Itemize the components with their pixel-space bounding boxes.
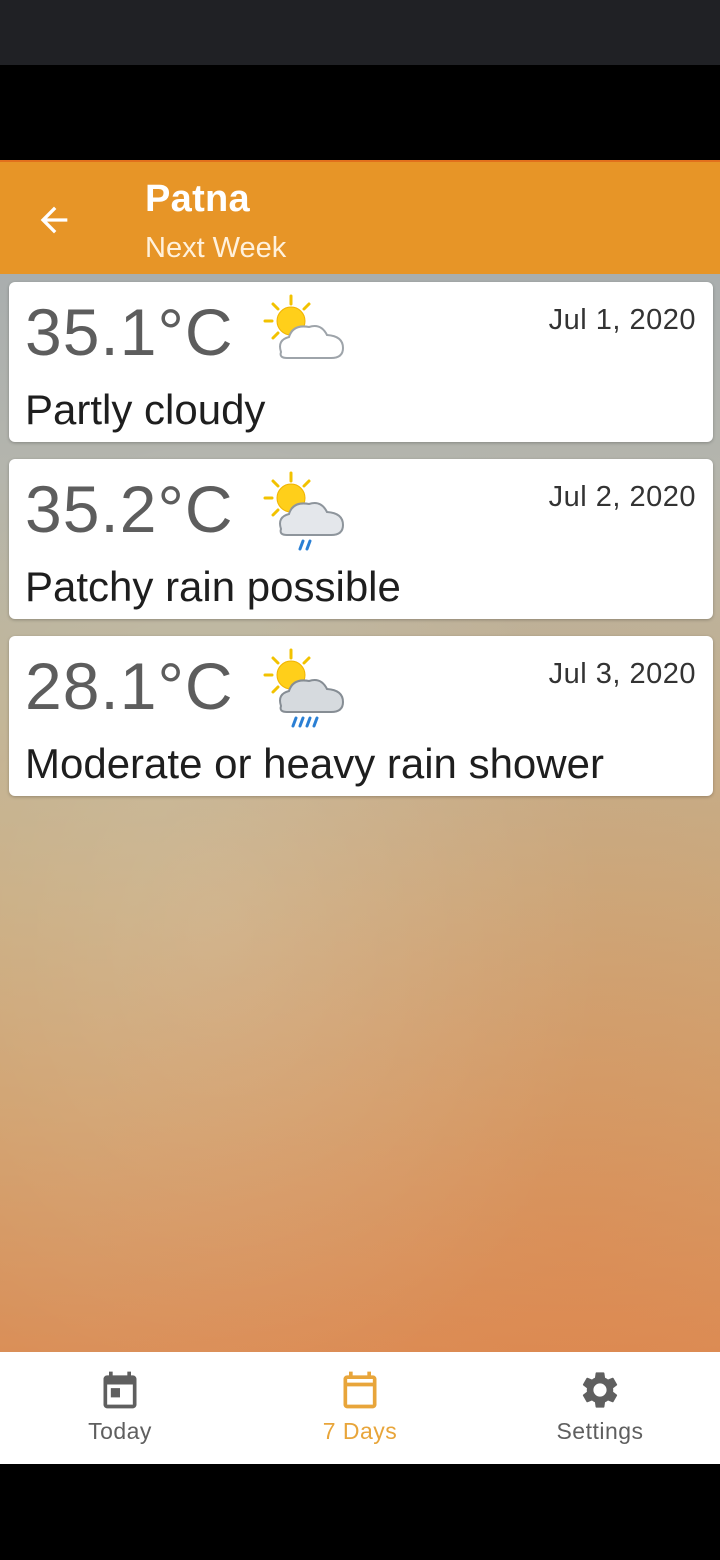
heavy-rain-shower-icon xyxy=(263,648,345,728)
nav-label: 7 Days xyxy=(322,1418,398,1444)
forecast-list: 35.1°C Jul 1, 2020 Partly cloudy 35.2°C xyxy=(0,274,720,1352)
period-subtitle: Next Week xyxy=(145,232,287,264)
nav-label: Today xyxy=(88,1418,152,1444)
temperature: 28.1°C xyxy=(25,649,234,723)
calendar-week-icon xyxy=(343,1371,377,1409)
back-button[interactable] xyxy=(30,196,78,244)
arrow-left-icon xyxy=(40,206,68,234)
forecast-date: Jul 1, 2020 xyxy=(548,304,696,336)
bottom-navigation: Today 7 Days Settings xyxy=(0,1352,720,1464)
gear-icon xyxy=(582,1372,618,1408)
condition-text: Moderate or heavy rain shower xyxy=(25,740,604,787)
forecast-card[interactable]: 35.1°C Jul 1, 2020 Partly cloudy xyxy=(9,282,713,442)
nav-label: Settings xyxy=(556,1418,644,1444)
status-bar xyxy=(0,0,720,65)
system-nav-bar xyxy=(0,1464,720,1560)
temperature: 35.2°C xyxy=(25,472,234,546)
condition-text: Partly cloudy xyxy=(25,386,266,433)
patchy-rain-icon xyxy=(263,471,345,551)
forecast-card[interactable]: 35.2°C Jul 2, 2020 Patchy rain possible xyxy=(9,459,713,619)
city-title: Patna xyxy=(145,178,250,220)
forecast-card[interactable]: 28.1°C Jul 3, 2020 Moderate or heavy rai… xyxy=(9,636,713,796)
forecast-date: Jul 2, 2020 xyxy=(548,481,696,513)
forecast-date: Jul 3, 2020 xyxy=(548,658,696,690)
temperature: 35.1°C xyxy=(25,295,234,369)
nav-7-days[interactable]: 7 Days xyxy=(240,1352,480,1464)
condition-text: Patchy rain possible xyxy=(25,563,401,610)
app-bar: Patna Next Week xyxy=(0,160,720,274)
calendar-today-icon xyxy=(103,1371,137,1409)
nav-today[interactable]: Today xyxy=(0,1352,240,1464)
partly-cloudy-icon xyxy=(263,294,345,359)
nav-settings[interactable]: Settings xyxy=(480,1352,720,1464)
top-black-band xyxy=(0,65,720,160)
